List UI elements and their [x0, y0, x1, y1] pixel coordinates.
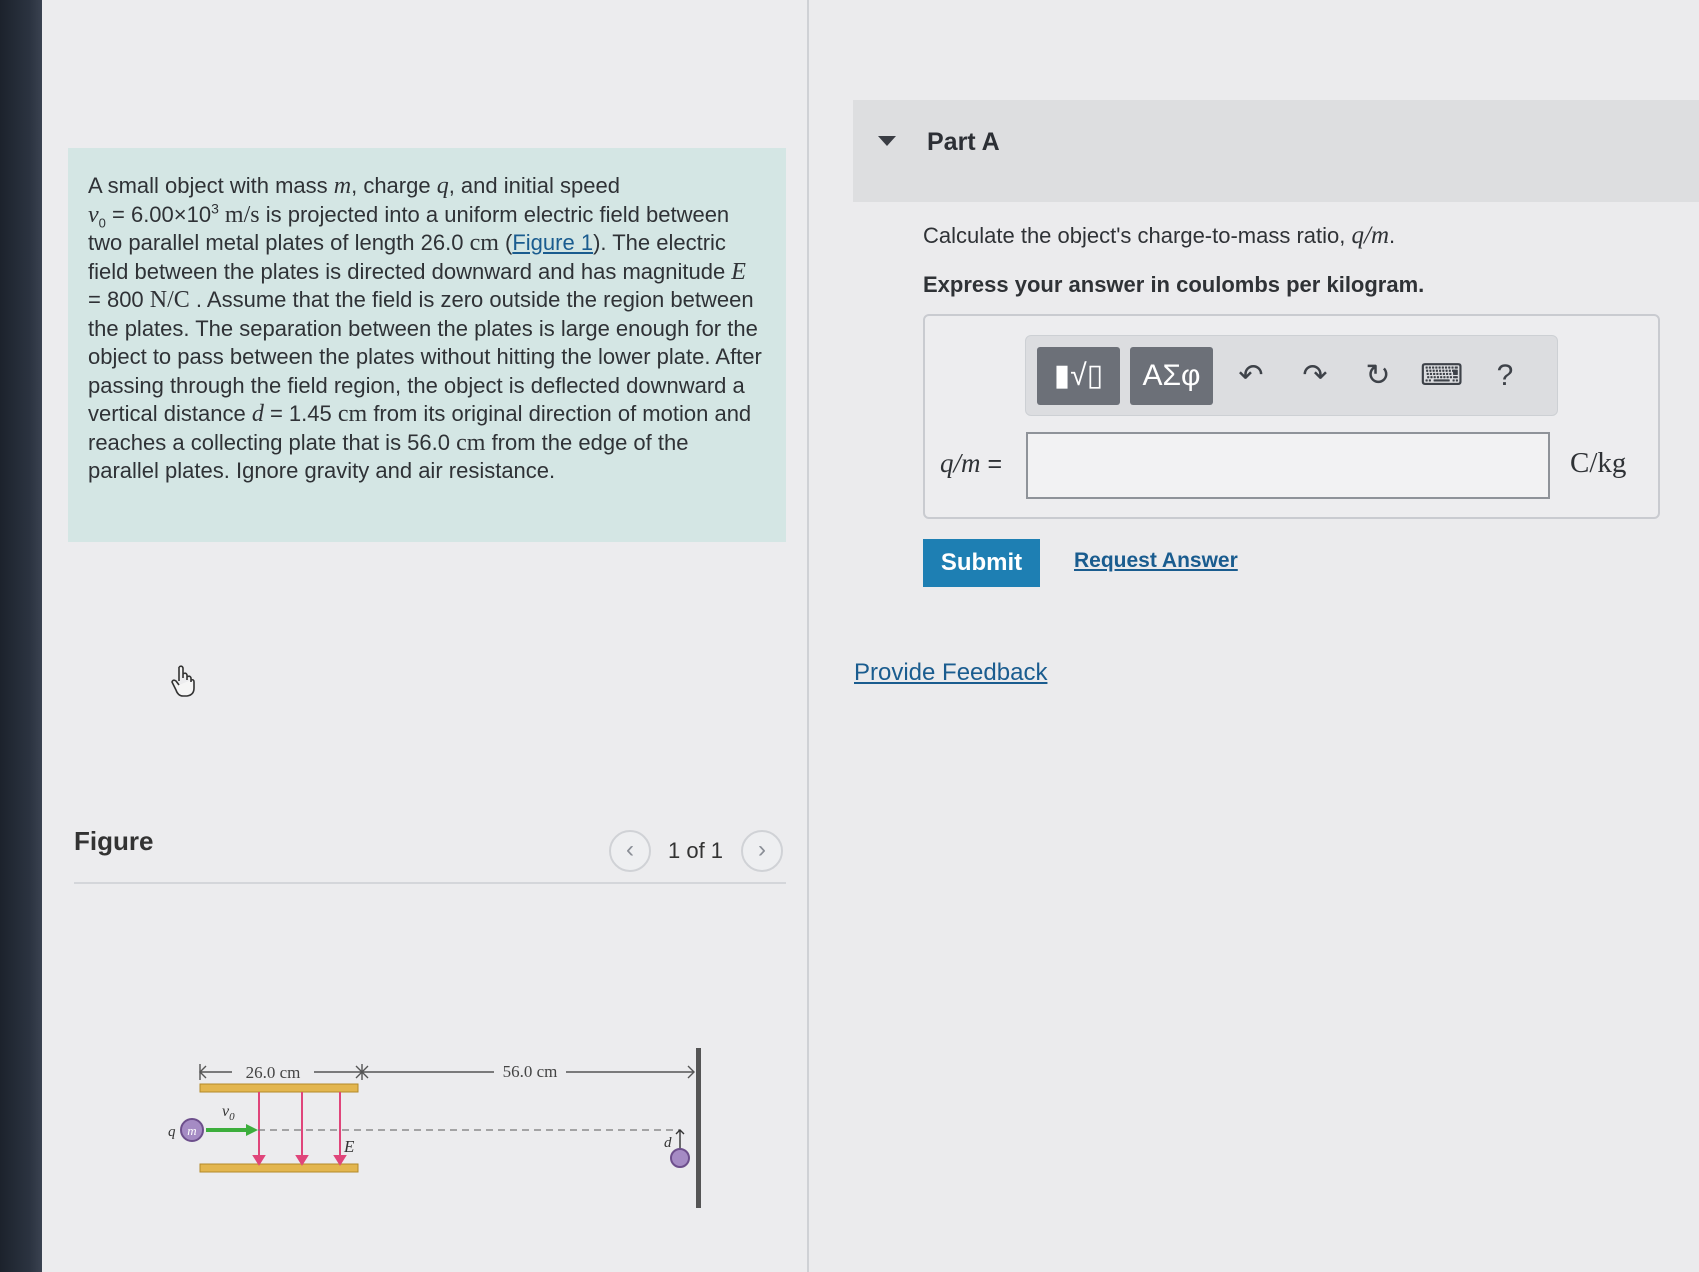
figure-title: Figure: [74, 826, 154, 856]
figure-divider: [74, 882, 786, 884]
field-label: E: [343, 1137, 355, 1156]
submit-button[interactable]: Submit: [923, 539, 1040, 587]
figure-prev-button[interactable]: ‹: [609, 830, 651, 872]
screen-bezel: [0, 0, 42, 1272]
figure-counter: 1 of 1: [668, 838, 724, 863]
help-icon[interactable]: ?: [1484, 356, 1526, 396]
greek-symbols-button[interactable]: ΑΣφ: [1130, 347, 1213, 405]
velocity-label: v0: [222, 1103, 235, 1123]
deflection-label: d: [664, 1135, 672, 1151]
answer-input[interactable]: [1026, 432, 1550, 499]
collecting-plate: [696, 1048, 701, 1208]
charge-mass-label: m: [187, 1123, 196, 1138]
hand-cursor-icon: [171, 665, 195, 697]
figure-link[interactable]: Figure 1: [512, 230, 593, 255]
figure-next-button[interactable]: ›: [741, 830, 783, 872]
redo-icon[interactable]: ↷: [1294, 356, 1336, 396]
request-answer-link[interactable]: Request Answer: [1074, 549, 1238, 573]
figure-diagram: 26.0 cm 56.0 cm E m q v0 d: [168, 1048, 701, 1208]
upper-plate: [199, 1083, 359, 1093]
provide-feedback-link[interactable]: Provide Feedback: [854, 659, 1047, 687]
problem-statement: A small object with mass m, charge q, an…: [68, 148, 786, 542]
answer-label: q/m =: [940, 448, 1003, 478]
collapse-caret-icon[interactable]: [878, 136, 896, 146]
undo-icon[interactable]: ↶: [1230, 356, 1272, 396]
lower-plate: [199, 1163, 359, 1173]
keyboard-icon[interactable]: ⌨: [1420, 356, 1463, 396]
field-arrows: [252, 1092, 347, 1166]
part-title: Part A: [927, 128, 1000, 156]
answer-instruction: Express your answer in coulombs per kilo…: [923, 272, 1425, 297]
templates-button[interactable]: ▮√▯: [1037, 347, 1120, 405]
question-text: Calculate the object's charge-to-mass ra…: [923, 222, 1396, 249]
dimension-label-distance: 56.0 cm: [503, 1062, 558, 1081]
charge-label: q: [168, 1124, 176, 1140]
reset-icon[interactable]: ↻: [1357, 356, 1399, 396]
answer-unit: C/kg: [1570, 447, 1627, 479]
deflected-object: [670, 1148, 690, 1168]
dimension-label-plates: 26.0 cm: [246, 1063, 301, 1082]
